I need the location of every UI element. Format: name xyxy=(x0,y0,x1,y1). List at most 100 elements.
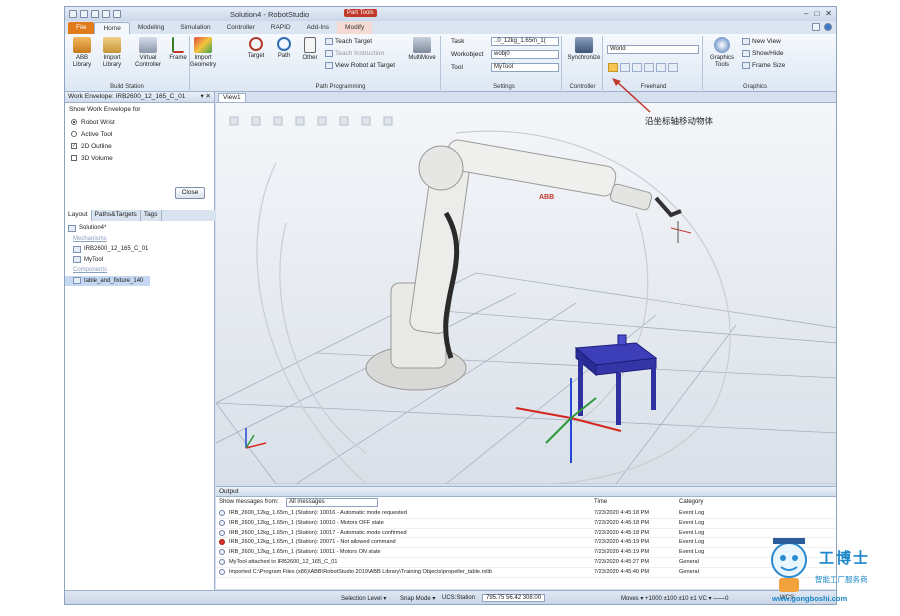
tree-item-tool[interactable]: MyTool xyxy=(65,255,215,266)
output-panel: Output Show messages from: All messages … xyxy=(216,486,836,589)
tab-paths-targets[interactable]: Paths&Targets xyxy=(92,210,141,221)
tab-controller[interactable]: Controller xyxy=(219,22,263,34)
tool-combo[interactable]: MyTool xyxy=(491,63,559,72)
jog-joint-icon[interactable] xyxy=(632,63,642,72)
moves-controls[interactable]: Moves ▾ +1000 ±100 ±10 ±1 VC ▾ ——0 xyxy=(621,595,728,602)
abb-library-button[interactable]: ABB Library xyxy=(67,37,97,69)
window-title: Solution4 - RobotStudio xyxy=(230,10,310,19)
close-button[interactable]: Close xyxy=(175,187,205,199)
rotate-icon[interactable] xyxy=(620,63,630,72)
output-row[interactable]: IRB_2600_12kg_1.65m_1 (Station): 10016 -… xyxy=(216,509,836,519)
tab-layout[interactable]: Layout xyxy=(65,210,92,221)
output-category: General xyxy=(679,558,699,565)
output-row[interactable]: IRB_2600_12kg_1.65m_1 (Station): 20071 -… xyxy=(216,538,836,549)
library-icon xyxy=(73,37,91,53)
import-library-button[interactable]: Import Library xyxy=(97,37,127,69)
task-combo[interactable]: ..0_12kg_1.65m_1( xyxy=(491,37,559,46)
tab-add-ins[interactable]: Add-Ins xyxy=(299,22,337,34)
station-icon xyxy=(68,224,76,232)
view-robot-at-target-button[interactable]: View Robot at Target xyxy=(325,62,395,69)
redo-icon[interactable] xyxy=(102,10,110,18)
watermark-subtitle: 智能工厂服务商 xyxy=(815,575,868,584)
tab-home[interactable]: Home xyxy=(94,22,130,34)
show-from-label: Show messages from: xyxy=(219,499,279,505)
help-icon[interactable] xyxy=(824,23,832,31)
minimize-icon[interactable]: – xyxy=(804,9,808,18)
context-tab-label: Part Tools xyxy=(344,9,377,17)
ribbon-minimize-icon[interactable] xyxy=(812,23,820,31)
multi-robot-jog-icon[interactable] xyxy=(668,63,678,72)
other-button[interactable]: Other xyxy=(295,37,325,62)
output-message: IRB_2600_12kg_1.65m_1 (Station): 10010 -… xyxy=(229,519,384,526)
tab-view1[interactable]: View1 xyxy=(218,93,246,103)
frame-size-icon xyxy=(742,62,750,69)
tab-file[interactable]: File xyxy=(68,22,95,34)
frame-size-button[interactable]: Frame Size xyxy=(742,62,785,69)
tab-tags[interactable]: Tags xyxy=(141,210,162,221)
import-geometry-button[interactable]: Import Geometry xyxy=(188,37,218,69)
output-category: Event Log xyxy=(679,549,705,556)
outline-2d-checkbox[interactable]: ✓ 2D Outline xyxy=(65,140,214,152)
snap-mode-dropdown[interactable]: Snap Mode ▾ xyxy=(400,595,435,602)
output-row[interactable]: IRB_2600_12kg_1.65m_1 (Station): 10010 -… xyxy=(216,519,836,529)
target-button[interactable]: Target xyxy=(241,37,271,60)
view-tab-bar: View1 xyxy=(216,92,836,103)
move-icon[interactable] xyxy=(608,63,618,72)
message-filter-combo[interactable]: All messages xyxy=(286,498,378,507)
output-filter-row: Show messages from: All messages Time Ca… xyxy=(216,497,836,509)
synchronize-icon xyxy=(575,37,593,53)
work-envelope-header: Work Envelope: IRB2600_12_165_C_01 ▾ ✕ xyxy=(65,92,214,103)
volume-3d-checkbox[interactable]: 3D Volume xyxy=(65,152,214,164)
group-graphics: Graphics Tools New View Show/Hide Frame … xyxy=(705,36,805,90)
multimove-button[interactable]: MultiMove xyxy=(406,37,438,62)
info-icon xyxy=(219,568,225,575)
new-view-icon xyxy=(742,38,750,45)
jog-linear-icon[interactable] xyxy=(644,63,654,72)
virtual-controller-button[interactable]: Virtual Controller xyxy=(133,37,163,69)
output-message: IRB_2600_12kg_1.65m_1 (Station): 10017 -… xyxy=(229,529,407,536)
maximize-icon[interactable]: □ xyxy=(814,9,819,18)
robot-wrist-option[interactable]: Robot Wrist xyxy=(65,116,214,128)
tree-item-component[interactable]: table_and_fixture_140 xyxy=(65,275,150,286)
graphics-tools-button[interactable]: Graphics Tools xyxy=(705,37,739,69)
customize-icon[interactable] xyxy=(113,10,121,18)
output-row[interactable]: Imported C:\Program Files (x86)\ABB\Robo… xyxy=(216,568,836,578)
save-icon[interactable] xyxy=(80,10,88,18)
tool-label: Tool xyxy=(451,64,463,71)
group-import-geometry: Import Geometry xyxy=(190,36,218,90)
tree-item-solution[interactable]: Solution4* xyxy=(65,223,215,234)
3d-viewport[interactable]: View1 ABB xyxy=(216,92,836,484)
close-icon[interactable]: ✕ xyxy=(825,9,832,18)
active-tool-option[interactable]: Active Tool xyxy=(65,128,214,140)
tree-item-robot[interactable]: IRB2600_12_165_C_01 xyxy=(65,244,215,255)
tree-header-mechanisms: Mechanisms xyxy=(73,235,107,242)
controller-icon xyxy=(139,37,157,53)
teach-target-button[interactable]: Teach Target xyxy=(325,38,372,45)
show-hide-button[interactable]: Show/Hide xyxy=(742,50,783,57)
output-row[interactable]: IRB_2600_12kg_1.65m_1 (Station): 10017 -… xyxy=(216,529,836,539)
status-bar: Selection Level ▾ Snap Mode ▾ UCS:Statio… xyxy=(65,590,836,604)
output-category: General xyxy=(679,568,699,575)
coordinates-field: 795.75 56.42 308.00 xyxy=(482,594,546,602)
import-library-icon xyxy=(103,37,121,53)
synchronize-button[interactable]: Synchronize xyxy=(566,37,602,62)
output-row[interactable]: MyTool attached to IRB2600_12_165_C_01 7/… xyxy=(216,558,836,568)
tab-simulation[interactable]: Simulation xyxy=(172,22,218,34)
tree-header-components: Components xyxy=(73,267,108,274)
title-bar: Solution4 - RobotStudio Part Tools – □ ✕ xyxy=(65,7,836,21)
tab-rapid[interactable]: RAPID xyxy=(263,22,299,34)
new-view-button[interactable]: New View xyxy=(742,38,781,45)
undo-icon[interactable] xyxy=(91,10,99,18)
selection-level-dropdown[interactable]: Selection Level ▾ xyxy=(341,595,386,602)
reference-frame-combo[interactable]: World xyxy=(607,45,699,54)
output-row[interactable]: IRB_2600_12kg_1.65m_1 (Station): 10011 -… xyxy=(216,548,836,558)
output-message: MyTool attached to IRB2600_12_165_C_01 xyxy=(229,558,338,565)
tab-modeling[interactable]: Modeling xyxy=(130,22,172,34)
robotstudio-window: Solution4 - RobotStudio Part Tools – □ ✕… xyxy=(64,6,837,605)
component-icon xyxy=(73,277,81,285)
panel-close-icon[interactable]: ▾ ✕ xyxy=(200,92,211,100)
teach-instruction-button[interactable]: Teach Instruction xyxy=(325,50,384,57)
jog-reorient-icon[interactable] xyxy=(656,63,666,72)
tab-modify[interactable]: Modify xyxy=(337,22,373,34)
workobject-combo[interactable]: wobj0 xyxy=(491,50,559,59)
